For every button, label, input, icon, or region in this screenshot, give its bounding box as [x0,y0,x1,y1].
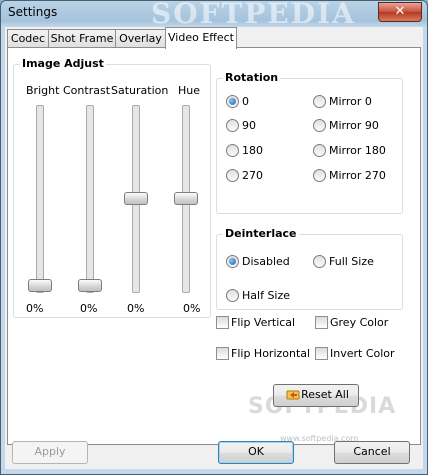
settings-window: Settings SOFTPEDIA ✕ Codec Shot Frame Ov… [0,0,428,475]
reset-all-button[interactable]: Reset All [273,384,359,407]
bright-label: Bright [26,84,60,97]
tab-overlay[interactable]: Overlay [115,29,166,48]
tab-shot-frame[interactable]: Shot Frame [48,29,116,48]
reset-icon [286,390,300,400]
deinterlace-disabled-radio[interactable] [226,255,239,268]
mirror-270-label: Mirror 270 [329,169,386,182]
contrast-slider-track[interactable] [86,105,94,293]
invert-color-label: Invert Color [330,347,395,360]
grey-color-checkbox[interactable] [315,316,328,329]
invert-color-checkbox[interactable] [315,347,328,360]
mirror-180-radio[interactable] [313,144,326,157]
rotation-0-radio[interactable] [226,95,239,108]
tab-codec[interactable]: Codec [7,29,49,48]
mirror-270-radio[interactable] [313,169,326,182]
flip-horizontal-checkbox[interactable] [216,347,229,360]
deinterlace-half-size-radio[interactable] [226,289,239,302]
deinterlace-full-size-label: Full Size [329,255,374,268]
saturation-value: 0% [127,302,145,315]
contrast-value: 0% [80,302,98,315]
window-title: Settings [8,5,58,19]
rotation-180-radio[interactable] [226,144,239,157]
hue-label: Hue [178,84,201,97]
rotation-title: Rotation [223,71,281,84]
image-adjust-title: Image Adjust [20,57,106,70]
deinterlace-full-size-radio[interactable] [313,255,326,268]
deinterlace-half-size-label: Half Size [242,289,291,302]
deinterlace-title: Deinterlace [223,227,299,240]
flip-vertical-checkbox[interactable] [216,316,229,329]
bright-value: 0% [26,302,44,315]
saturation-slider-thumb[interactable] [124,192,148,205]
flip-horizontal-label: Flip Horizontal [231,347,311,360]
deinterlace-disabled-label: Disabled [242,255,290,268]
saturation-label: Saturation [111,84,169,97]
grey-color-label: Grey Color [330,316,389,329]
mirror-0-label: Mirror 0 [329,95,372,108]
rotation-270-radio[interactable] [226,169,239,182]
rotation-90-radio[interactable] [226,119,239,132]
cancel-button[interactable]: Cancel [334,441,410,464]
video-effect-panel: Image Adjust Bright Contrast Saturation … [7,47,421,445]
bright-slider-thumb[interactable] [28,279,52,292]
hue-slider-thumb[interactable] [174,192,198,205]
dialog-client-area: Codec Shot Frame Overlay Video Effect Im… [5,27,423,469]
bright-slider-track[interactable] [36,105,44,293]
contrast-slider-thumb[interactable] [78,279,102,292]
flip-vertical-label: Flip Vertical [231,316,296,329]
hue-value: 0% [183,302,201,315]
close-button[interactable]: ✕ [378,2,422,22]
title-watermark: SOFTPEDIA [151,0,356,30]
tab-video-effect[interactable]: Video Effect [165,27,237,49]
title-bar[interactable]: Settings SOFTPEDIA ✕ [1,0,427,30]
rotation-group: Rotation 0 Mirror 0 90 Mirror 90 180 Mir… [216,71,403,214]
mirror-180-label: Mirror 180 [329,144,386,157]
rotation-180-label: 180 [242,144,263,157]
mirror-90-radio[interactable] [313,119,326,132]
mirror-90-label: Mirror 90 [329,119,379,132]
apply-button[interactable]: Apply [12,441,88,464]
contrast-label: Contrast [63,84,111,97]
mirror-0-radio[interactable] [313,95,326,108]
image-adjust-group: Image Adjust Bright Contrast Saturation … [13,57,211,318]
ok-button[interactable]: OK [218,441,294,464]
rotation-0-label: 0 [242,95,249,108]
close-icon: ✕ [394,4,406,19]
deinterlace-group: Deinterlace Disabled Full Size Half Size [216,227,403,310]
rotation-270-label: 270 [242,169,263,182]
rotation-90-label: 90 [242,119,256,132]
